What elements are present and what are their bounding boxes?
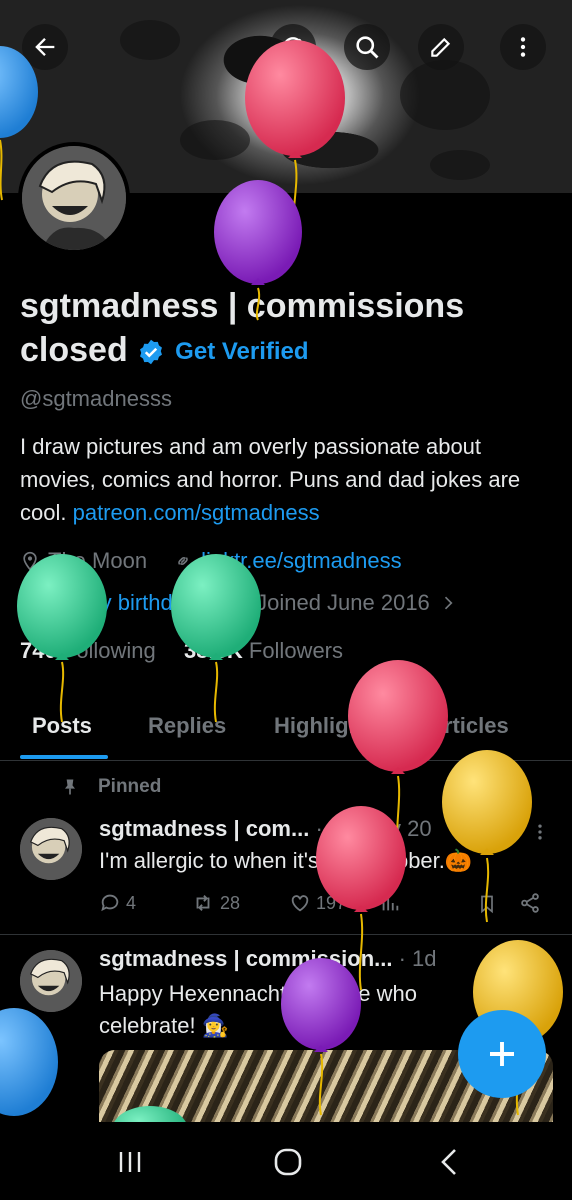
balloon-icon	[171, 554, 261, 723]
nav-back-button[interactable]	[420, 1140, 480, 1184]
balloon-icon	[0, 1008, 58, 1116]
home-button[interactable]	[258, 1140, 318, 1184]
balloon-icon	[0, 46, 38, 201]
recent-apps-button[interactable]	[100, 1140, 160, 1184]
balloon-icon	[281, 958, 361, 1116]
balloon-icon	[114, 1106, 186, 1122]
compose-button[interactable]	[458, 1010, 546, 1098]
balloon-icon	[442, 750, 532, 923]
compose-plus-icon	[490, 1042, 514, 1066]
balloon-icon	[17, 554, 107, 723]
recent-apps-icon	[119, 1152, 141, 1172]
system-navigation-bar	[0, 1122, 572, 1200]
balloon-icon	[214, 180, 302, 321]
nav-back-icon	[441, 1149, 456, 1175]
birthday-balloons-overlay	[0, 40, 563, 1122]
home-icon	[274, 1148, 302, 1176]
